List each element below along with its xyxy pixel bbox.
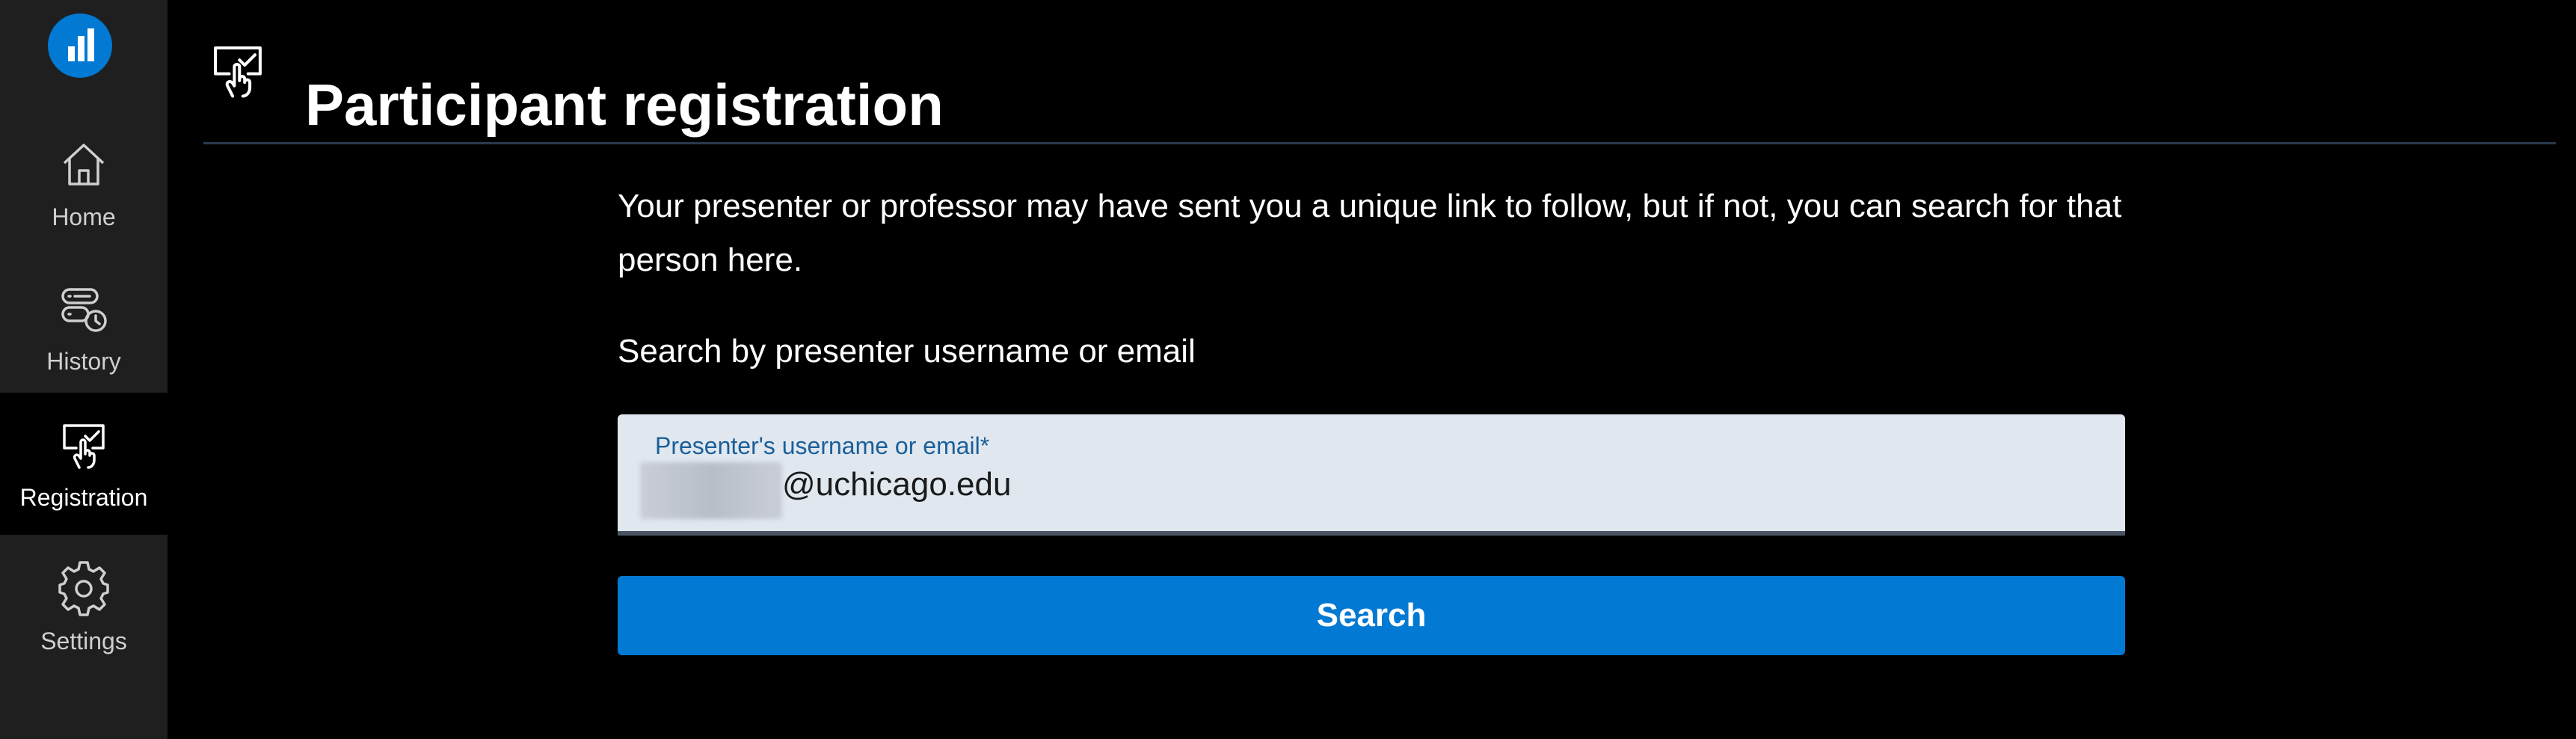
- sidebar-item-settings[interactable]: Settings: [0, 536, 167, 678]
- sidebar-item-label: Home: [52, 203, 116, 230]
- field-label: Presenter's username or email*: [655, 432, 990, 459]
- registration-content: Your presenter or professor may have sen…: [618, 180, 2125, 655]
- presenter-search-input[interactable]: [782, 462, 2098, 507]
- gear-icon: [54, 559, 114, 619]
- intro-text: Your presenter or professor may have sen…: [618, 188, 2122, 278]
- history-icon: [54, 279, 114, 339]
- page-title: Participant registration: [305, 72, 944, 138]
- sidebar-item-history[interactable]: History: [0, 257, 167, 399]
- app-window: Home History Registration Settings Parti…: [0, 0, 2576, 739]
- search-button[interactable]: Search: [618, 576, 2125, 655]
- registration-icon: [54, 415, 114, 475]
- search-heading: Search by presenter username or email: [618, 333, 1196, 370]
- sidebar-item-label: Registration: [19, 484, 148, 511]
- header-divider: [203, 142, 2556, 144]
- home-icon: [54, 135, 114, 194]
- bar-chart-logo-icon[interactable]: [48, 13, 112, 78]
- registration-icon: [203, 36, 272, 105]
- sidebar-item-registration[interactable]: Registration: [0, 393, 167, 535]
- sidebar: Home History Registration Settings: [0, 0, 167, 739]
- sidebar-item-home[interactable]: Home: [0, 112, 167, 254]
- presenter-search-field[interactable]: Presenter's username or email*: [618, 414, 2125, 536]
- sidebar-item-label: History: [46, 348, 121, 375]
- redacted-username: [640, 462, 782, 519]
- sidebar-item-label: Settings: [40, 628, 127, 654]
